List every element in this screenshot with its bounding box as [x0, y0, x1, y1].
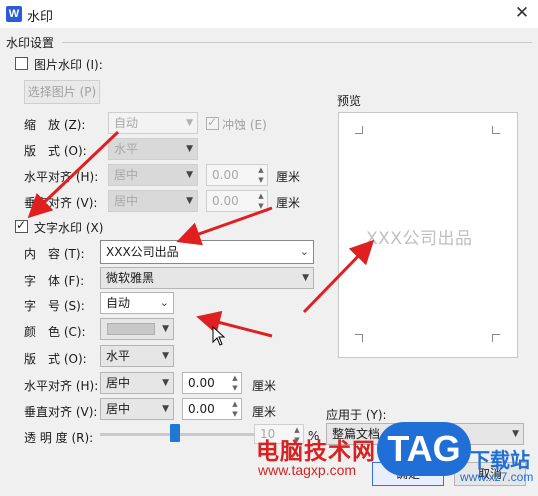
tag-logo-url: www.xz7.com — [460, 470, 534, 484]
site-watermark-name: 电脑技术网 — [256, 438, 376, 464]
arrow-to-content — [176, 206, 273, 246]
arrow-to-preview — [302, 239, 375, 314]
site-watermark-url: www.tagxp.com — [258, 462, 357, 478]
tag-logo-suffix: 下载站 — [470, 450, 530, 472]
arrow-to-text-watermark — [27, 130, 120, 219]
mouse-cursor-icon — [212, 326, 226, 346]
annotation-arrows — [27, 130, 375, 338]
tag-logo: TAG — [377, 422, 471, 476]
